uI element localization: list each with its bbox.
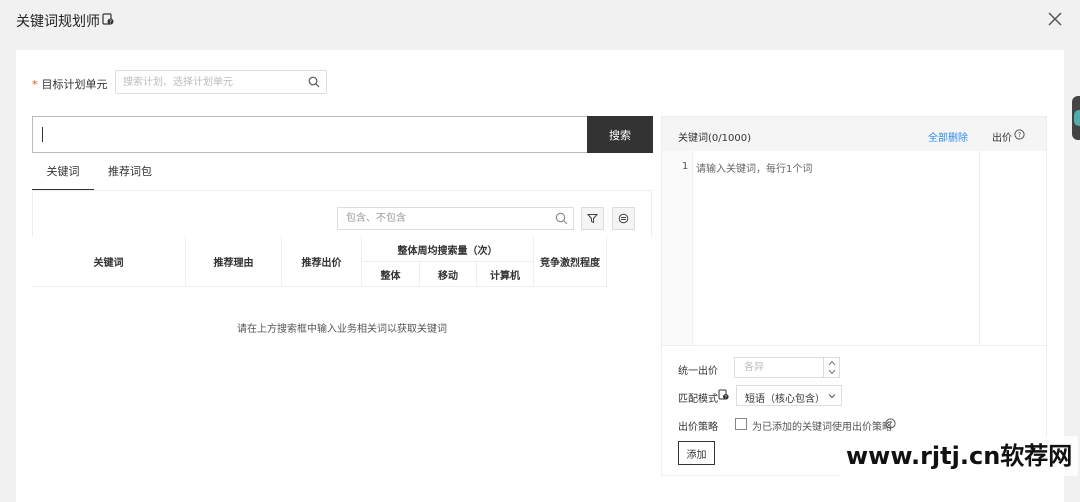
chevron-down-icon[interactable]: [828, 368, 836, 376]
filter-box[interactable]: [337, 207, 574, 230]
required-mark: *: [32, 78, 38, 91]
selected-keywords-panel: 关键词(0/1000) 全部删除 出价 ? 1 统一出价 匹配模式 ?: [661, 116, 1047, 476]
tab-keywords[interactable]: 关键词: [32, 153, 94, 191]
bid-column-header: 出价: [992, 133, 1012, 144]
dialog-header: 关键词规划师 ?: [0, 0, 1080, 40]
side-panel-handle[interactable]: [1072, 96, 1080, 140]
line-number: 1: [682, 161, 689, 172]
funnel-filter-button[interactable]: [581, 207, 604, 230]
clear-all-link[interactable]: 全部删除: [928, 129, 968, 144]
bid-strategy-checkbox[interactable]: [735, 418, 747, 430]
bid-strategy-label: 出价策略: [678, 422, 718, 433]
keyword-search-input[interactable]: [33, 117, 588, 152]
search-button[interactable]: 搜索: [587, 116, 653, 153]
search-icon[interactable]: [555, 212, 568, 225]
panel-divider: [662, 345, 1046, 346]
chevron-down-icon: [828, 394, 836, 399]
search-icon[interactable]: [308, 76, 320, 88]
col-keyword[interactable]: 关键词: [32, 237, 186, 287]
svg-text:?: ?: [109, 20, 112, 26]
col-reason: 推荐理由: [186, 237, 282, 287]
svg-text:?: ?: [889, 420, 893, 428]
match-mode-value: 短语（核心包含）: [745, 394, 825, 405]
col-volume-total[interactable]: 整体: [362, 262, 420, 287]
doc-help-icon[interactable]: ?: [718, 389, 729, 400]
settings-icon: [618, 213, 629, 224]
line-number-gutter: [662, 151, 693, 345]
chevron-up-icon[interactable]: [828, 359, 836, 367]
result-tabs: 关键词 推荐词包: [32, 153, 652, 191]
close-icon[interactable]: [1046, 10, 1064, 28]
col-competition[interactable]: 竞争激烈程度: [534, 237, 607, 287]
unit-label-text: 目标计划单元: [41, 78, 108, 91]
funnel-icon: [587, 214, 598, 224]
keyword-table-header: 关键词 推荐理由 推荐出价 整体周均搜索量（次） 整体 移动 计算机 竞争激烈程…: [32, 237, 607, 287]
unit-search-input[interactable]: [116, 71, 302, 93]
empty-state-message: 请在上方搜索框中输入业务相关词以获取关键词: [237, 324, 447, 335]
col-volume-mobile[interactable]: 移动: [420, 262, 477, 287]
text-caret: [42, 127, 43, 142]
bid-stepper: [823, 358, 839, 377]
help-icon[interactable]: ?: [1014, 129, 1025, 140]
watermark: www.rjtj.cn软荐网: [840, 436, 1079, 476]
keyword-textarea[interactable]: [694, 151, 979, 345]
unit-selector-label: * 目标计划单元: [32, 76, 108, 92]
unit-selector[interactable]: [115, 70, 327, 94]
uniform-bid-label: 统一出价: [678, 366, 718, 377]
svg-text:?: ?: [1018, 131, 1022, 139]
keyword-search-box[interactable]: [32, 116, 588, 153]
handle-icon: [1074, 110, 1080, 126]
panel-header: 关键词(0/1000) 全部删除 出价 ?: [662, 117, 1046, 151]
bid-column: [979, 151, 1046, 345]
tab-recommended-packs[interactable]: 推荐词包: [94, 153, 166, 191]
col-volume-pc[interactable]: 计算机: [477, 262, 534, 287]
match-mode-label: 匹配模式: [678, 394, 718, 405]
keyword-count-title: 关键词(0/1000): [678, 133, 751, 144]
col-weekly-volume-group: 整体周均搜索量（次）: [362, 237, 534, 262]
doc-help-icon[interactable]: ?: [102, 13, 114, 25]
dialog-title: 关键词规划师: [16, 14, 100, 30]
column-settings-button[interactable]: [612, 207, 635, 230]
filter-input[interactable]: [338, 208, 548, 229]
uniform-bid-field[interactable]: [734, 357, 840, 378]
help-icon[interactable]: ?: [885, 418, 896, 429]
col-recommended-bid[interactable]: 推荐出价: [282, 237, 362, 287]
dialog-body: *目标计划单元 搜索 关键词 推荐词包: [16, 50, 1064, 502]
add-button[interactable]: 添加: [678, 441, 715, 465]
uniform-bid-input[interactable]: [735, 358, 823, 377]
filter-bar: [32, 191, 652, 237]
bid-strategy-text: 为已添加的关键词使用出价策略: [752, 422, 892, 433]
match-mode-select[interactable]: 短语（核心包含）: [736, 385, 842, 406]
